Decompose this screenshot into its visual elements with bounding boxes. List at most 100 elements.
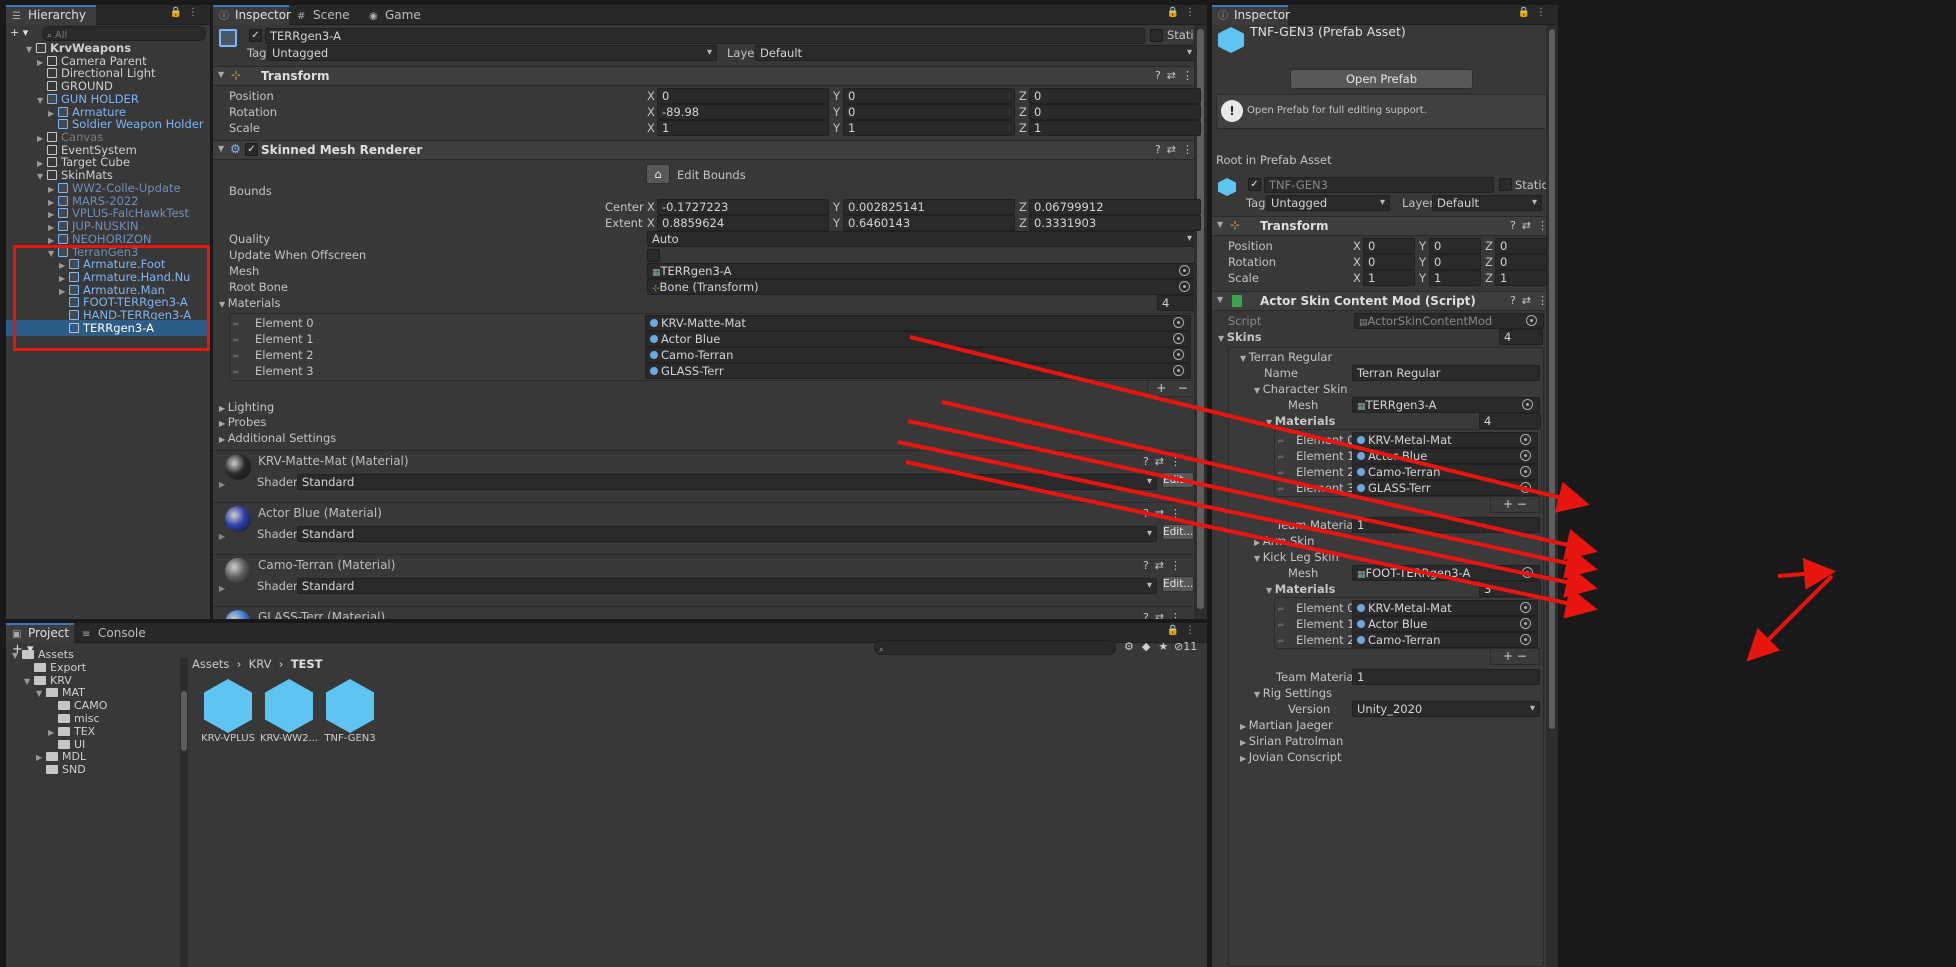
axis-label-z[interactable]: Z (1485, 254, 1493, 270)
foldout-arrow-icon[interactable]: ▼ (1217, 220, 1223, 229)
asset-label[interactable]: KRV-WW2... (255, 733, 323, 744)
object-picker-icon[interactable] (1520, 434, 1531, 445)
axis-label-y[interactable]: Y (833, 120, 840, 136)
axis-label-y[interactable]: Y (833, 215, 840, 231)
smr-enabled-checkbox[interactable]: ✓ (245, 143, 258, 156)
foldout-arrow-icon[interactable]: ▶ (219, 480, 225, 489)
transform-rotation-x[interactable]: -89.98 (657, 104, 829, 120)
kick-material-element-label[interactable]: ═ Element 2 (1278, 632, 1355, 648)
object-picker-icon[interactable] (1526, 315, 1537, 326)
drag-handle-icon[interactable]: ═ (233, 365, 243, 381)
component-menu-icons[interactable]: ?⇄⋮ (1155, 143, 1199, 156)
axis-label-z[interactable]: Z (1019, 215, 1027, 231)
object-picker-icon[interactable] (1520, 634, 1531, 645)
quality-dropdown[interactable]: Auto (647, 231, 1197, 247)
transform-scale-y[interactable]: 1 (843, 120, 1015, 136)
skin-collapsed-0[interactable]: ▶ Martian Jaeger (1240, 717, 1333, 733)
char-material-element-label[interactable]: ═ Element 2 (1278, 464, 1355, 480)
axis-label-z[interactable]: Z (1019, 120, 1027, 136)
axis-label-x[interactable]: X (647, 199, 655, 215)
transform-position-x[interactable]: 0 (657, 88, 829, 104)
tree-scrollbar[interactable] (180, 657, 188, 967)
edit-shader-button[interactable]: Edit... (1162, 576, 1194, 592)
project-folder[interactable]: SND (6, 762, 182, 778)
lighting-foldout[interactable]: ▶ Lighting (219, 399, 274, 415)
root-transform-header[interactable]: ▼ ⊹ Transform ?⇄⋮ (1212, 216, 1558, 236)
version-dropdown[interactable]: Unity_2020 (1352, 701, 1540, 717)
axis-label-y[interactable]: Y (833, 104, 840, 120)
foldout-arrow-icon[interactable]: ▼ (1217, 295, 1223, 304)
foldout-arrow-icon[interactable]: ▶ (219, 532, 225, 541)
root-name-field[interactable]: TNF-GEN3 (1264, 177, 1494, 193)
smr-header[interactable]: ▼ ⚙ ✓ Skinned Mesh Renderer ?⇄⋮ (213, 140, 1207, 160)
tab-project[interactable]: ▣ Project (6, 623, 74, 643)
kick-material-element-label[interactable]: ═ Element 0 (1278, 600, 1355, 616)
prefab-asset-icon[interactable] (326, 679, 374, 733)
root-transform-position-z[interactable]: 0 (1495, 238, 1547, 254)
axis-label-y[interactable]: Y (1419, 270, 1426, 286)
mesh-field[interactable]: ▦TERRgen3-A (647, 263, 1197, 279)
char-materials-size[interactable]: 4 (1479, 413, 1541, 429)
hierarchy-tab-controls[interactable]: 🔒⋮ (170, 7, 204, 18)
drag-handle-icon[interactable]: ═ (1278, 634, 1288, 650)
axis-label-x[interactable]: X (1353, 238, 1361, 254)
char-material-element-field[interactable]: Actor Blue (1352, 448, 1538, 464)
material-menu-icons[interactable]: ?⇄⋮ (1143, 455, 1187, 468)
breadcrumb-krv[interactable]: KRV (249, 657, 272, 671)
root-transform-scale-y[interactable]: 1 (1429, 270, 1481, 286)
transform-position-z[interactable]: 0 (1029, 88, 1201, 104)
root-transform-position-y[interactable]: 0 (1429, 238, 1481, 254)
edit-shader-button[interactable]: Edit... (1162, 472, 1194, 488)
axis-label-z[interactable]: Z (1019, 199, 1027, 215)
axis-label-x[interactable]: X (647, 104, 655, 120)
char-material-element-label[interactable]: ═ Element 0 (1278, 432, 1355, 448)
additional-settings-foldout[interactable]: ▶ Additional Settings (219, 430, 336, 446)
drag-handle-icon[interactable]: ═ (1278, 482, 1288, 498)
axis-label-y[interactable]: Y (833, 88, 840, 104)
root-transform-rotation-x[interactable]: 0 (1363, 254, 1415, 270)
material-element-field[interactable]: Actor Blue (645, 331, 1191, 347)
object-picker-icon[interactable] (1520, 450, 1531, 461)
root-transform-scale-x[interactable]: 1 (1363, 270, 1415, 286)
kick-material-element-field[interactable]: Actor Blue (1352, 616, 1538, 632)
axis-label-z[interactable]: Z (1485, 238, 1493, 254)
root-transform-scale-z[interactable]: 1 (1495, 270, 1547, 286)
kick-materials-size[interactable]: 3 (1479, 581, 1541, 597)
skin-terran-regular[interactable]: ▼ Terran Regular (1240, 349, 1332, 365)
kick-materials-foldout[interactable]: ▼ Materials (1266, 581, 1335, 597)
scrollbar-thumb[interactable] (1549, 29, 1555, 729)
team-material-field-1[interactable]: 1 (1352, 517, 1540, 533)
axis-label-x[interactable]: X (1353, 270, 1361, 286)
active-checkbox[interactable]: ✓ (249, 29, 262, 42)
bounds-extent-z[interactable]: 0.3331903 (1029, 215, 1201, 231)
axis-label-z[interactable]: Z (1019, 88, 1027, 104)
root-transform-position-x[interactable]: 0 (1363, 238, 1415, 254)
prefab-asset-icon[interactable] (265, 679, 313, 733)
object-picker-icon[interactable] (1179, 265, 1190, 276)
edit-shader-button[interactable]: Edit... (1162, 524, 1194, 540)
layer-dropdown[interactable]: Default (755, 45, 1197, 61)
tab-game[interactable]: ◉ Game (363, 5, 429, 25)
tab-hierarchy[interactable]: ☰ Hierarchy (6, 5, 96, 25)
material-element-label[interactable]: ═ Element 3 (233, 363, 314, 379)
prefab-asset-icon[interactable] (204, 679, 252, 733)
object-picker-icon[interactable] (1173, 349, 1184, 360)
char-mesh-field[interactable]: ▦TERRgen3-A (1352, 397, 1540, 413)
object-picker-icon[interactable] (1520, 602, 1531, 613)
axis-label-y[interactable]: Y (1419, 238, 1426, 254)
char-material-element-field[interactable]: GLASS-Terr (1352, 480, 1538, 496)
project-tab-controls[interactable]: 🔒⋮ (1167, 625, 1201, 636)
root-transform-rotation-y[interactable]: 0 (1429, 254, 1481, 270)
kick-mesh-field[interactable]: ▦FOOT-TERRgen3-A (1352, 565, 1540, 581)
material-menu-icons[interactable]: ?⇄⋮ (1143, 559, 1187, 572)
update-offscreen-checkbox[interactable] (647, 249, 660, 262)
script-field[interactable]: ▤ActorSkinContentMod (1354, 313, 1544, 329)
object-picker-icon[interactable] (1522, 567, 1533, 578)
object-picker-icon[interactable] (1173, 365, 1184, 376)
object-picker-icon[interactable] (1520, 482, 1531, 493)
root-static-label[interactable]: Static (1515, 177, 1548, 193)
breadcrumb-assets[interactable]: Assets (192, 657, 229, 671)
tab-scene[interactable]: # Scene (291, 5, 358, 25)
kick-material-element-field[interactable]: Camo-Terran (1352, 632, 1538, 648)
foldout-arrow-icon[interactable]: ▼ (218, 144, 224, 153)
